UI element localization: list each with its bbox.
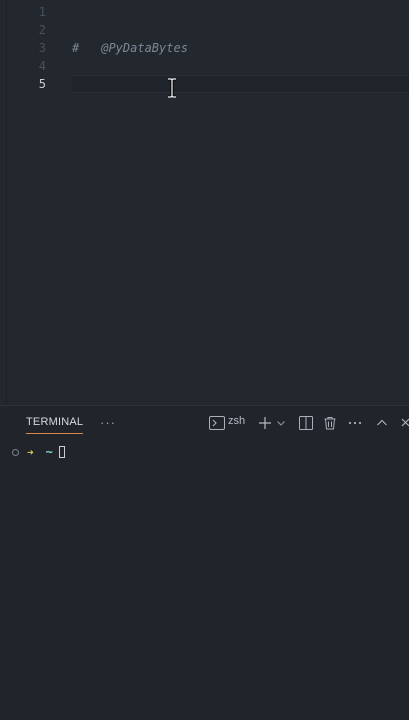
editor-line-1: 1 xyxy=(0,3,409,21)
line-number: 2 xyxy=(38,23,46,37)
chevron-up-icon[interactable] xyxy=(376,414,388,432)
terminal-cursor xyxy=(58,446,65,458)
command-decoration-icon[interactable] xyxy=(12,448,19,456)
terminal-panel: TERMINAL ··· zsh ➜ ~ xyxy=(0,405,409,720)
tab-terminal[interactable]: TERMINAL xyxy=(26,416,84,434)
line-number-active: 5 xyxy=(38,77,46,91)
line-number: 3 xyxy=(38,41,46,55)
trash-icon[interactable] xyxy=(323,414,337,432)
chevron-down-icon[interactable] xyxy=(276,414,286,432)
terminal-icon[interactable] xyxy=(209,414,225,432)
code-editor[interactable]: 1 2 3 # @PyDataBytes 4 5 xyxy=(0,0,409,405)
editor-line-3: 3 # @PyDataBytes xyxy=(0,39,409,57)
line-number: 4 xyxy=(38,59,46,73)
text-cursor-icon xyxy=(168,78,176,98)
split-icon[interactable] xyxy=(299,414,313,432)
line-number: 1 xyxy=(38,5,46,19)
code-comment: # @PyDataBytes xyxy=(72,39,188,57)
panel-tabs-more-button[interactable]: ··· xyxy=(100,415,116,430)
ellipsis-icon[interactable] xyxy=(348,414,362,432)
comment-text: @PyDataBytes xyxy=(101,41,188,55)
comment-hash: # xyxy=(72,41,80,55)
editor-line-4: 4 xyxy=(0,57,409,75)
close-icon[interactable] xyxy=(401,414,409,432)
prompt-arrow: ➜ xyxy=(27,445,34,459)
editor-line-2: 2 xyxy=(0,21,409,39)
terminal-prompt-line[interactable]: ➜ ~ xyxy=(12,444,65,460)
editor-line-5[interactable]: 5 xyxy=(0,75,409,93)
plus-icon[interactable] xyxy=(258,414,272,432)
terminal-shell-label[interactable]: zsh xyxy=(228,415,245,427)
prompt-directory: ~ xyxy=(45,445,53,459)
